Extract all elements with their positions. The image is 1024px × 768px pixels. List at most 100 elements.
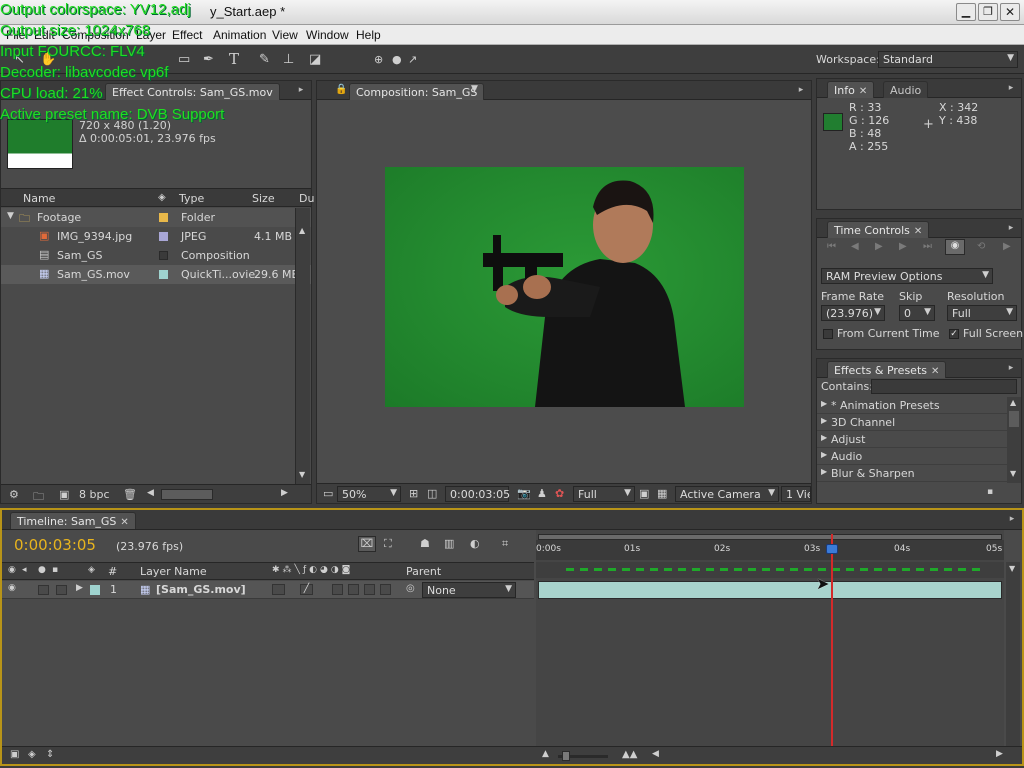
panel-menu-icon[interactable]: ▸ xyxy=(295,84,307,96)
3d-layer-switch[interactable] xyxy=(380,584,391,595)
column-name[interactable]: Name xyxy=(23,192,55,205)
color-depth-label[interactable]: 8 bpc xyxy=(79,488,110,501)
loop-icon[interactable]: ⟲ xyxy=(977,241,985,252)
project-row-footage[interactable]: ▼ 🗀 Footage Folder xyxy=(1,208,311,227)
motion-blur-switch[interactable] xyxy=(364,584,375,595)
time-ruler[interactable]: 0:00s 01s 02s 03s 04s 05s xyxy=(536,540,1004,560)
new-folder-icon[interactable]: 🗀 xyxy=(33,488,44,507)
new-composition-icon[interactable]: ▣ xyxy=(59,488,69,501)
axis-mode-world-icon[interactable]: ● xyxy=(392,53,402,66)
scroll-down-icon[interactable]: ▼ xyxy=(1010,469,1016,478)
effects-item[interactable]: ▶ Blur & Sharpen xyxy=(817,465,1007,482)
magnification-select[interactable]: 50% ▼ xyxy=(337,486,401,502)
chevron-down-icon[interactable]: ▼ xyxy=(471,84,478,94)
effects-item[interactable]: ▶ Adjust xyxy=(817,431,1007,448)
panel-menu-icon[interactable]: ▸ xyxy=(795,84,807,96)
layer-row[interactable]: ◉ ▶ 1 ▦ [Sam_GS.mov] ╱ ◎ None ▼ xyxy=(2,581,534,599)
snapshot-icon[interactable]: 📷 xyxy=(517,487,531,500)
time-graph[interactable]: 0:00s 01s 02s 03s 04s 05s xyxy=(536,530,1004,746)
playhead-handle[interactable] xyxy=(826,544,838,554)
project-scrollbar[interactable]: ▲ ▼ xyxy=(295,208,310,484)
expand-triangle-icon[interactable]: ▼ xyxy=(7,211,14,221)
tab-composition[interactable]: Composition: Sam_GS xyxy=(349,83,485,100)
live-update-icon[interactable]: ⌧ xyxy=(358,536,376,552)
menu-window[interactable]: Window xyxy=(306,28,349,42)
scroll-left-icon[interactable]: ◀ xyxy=(652,749,659,759)
close-window-button[interactable]: ✕ xyxy=(1000,3,1020,21)
timeline-navigator[interactable] xyxy=(536,562,1004,578)
pen-tool-icon[interactable]: ✒ xyxy=(203,52,214,67)
lock-toggle[interactable] xyxy=(56,585,67,595)
safe-margins-icon[interactable]: ⊞ xyxy=(409,487,418,500)
axis-mode-view-icon[interactable]: ↗ xyxy=(408,53,417,66)
frame-blend-switch[interactable] xyxy=(348,584,359,595)
scroll-right-icon[interactable]: ▶ xyxy=(996,749,1003,759)
audio-toggle[interactable] xyxy=(38,585,49,595)
project-row-img[interactable]: ▣ IMG_9394.jpg JPEG 4.1 MB xyxy=(1,227,311,246)
effects-item[interactable]: ▶ 3D Channel xyxy=(817,414,1007,431)
view-layout-select[interactable]: 1 View xyxy=(781,486,811,502)
close-icon[interactable]: ✕ xyxy=(914,226,922,237)
first-frame-icon[interactable]: ⏮ xyxy=(827,241,836,252)
tab-time-controls[interactable]: Time Controls ✕ xyxy=(827,221,930,238)
last-frame-icon[interactable]: ⏭ xyxy=(923,241,932,252)
interpret-footage-icon[interactable]: ⚙ xyxy=(9,488,19,501)
tab-timeline[interactable]: Timeline: Sam_GS ✕ xyxy=(10,512,136,529)
scroll-down-icon[interactable]: ▼ xyxy=(299,470,305,479)
zoom-in-icon[interactable]: ▲▲ xyxy=(622,749,637,760)
restore-button[interactable]: ❐ xyxy=(978,3,998,21)
close-icon[interactable]: ✕ xyxy=(859,86,867,97)
scroll-left-icon[interactable]: ◀ xyxy=(147,488,154,498)
parent-select[interactable]: None ▼ xyxy=(422,582,516,598)
scroll-thumb[interactable] xyxy=(1009,411,1019,427)
quality-switch[interactable]: ╱ xyxy=(300,584,313,595)
draft-3d-icon[interactable]: ⛶ xyxy=(384,537,392,551)
full-screen-checkbox[interactable]: ✓ xyxy=(949,329,959,339)
column-size[interactable]: Size xyxy=(252,192,275,205)
skip-select[interactable]: 0 ▼ xyxy=(899,305,935,321)
trash-icon[interactable]: 🗑 xyxy=(123,488,137,501)
current-time-field[interactable]: 0:00:03:05 xyxy=(445,486,510,502)
workspace-select[interactable]: Standard ▼ xyxy=(878,51,1018,68)
panel-menu-icon[interactable]: ▸ xyxy=(1005,82,1017,94)
pick-whip-icon[interactable]: ◎ xyxy=(406,583,415,594)
column-type[interactable]: Type xyxy=(179,192,204,205)
lock-icon[interactable]: 🔒 xyxy=(335,84,347,95)
expand-in-out-icon[interactable]: ⇕ xyxy=(46,749,54,760)
menu-view[interactable]: View xyxy=(272,28,298,42)
region-of-interest-icon[interactable]: ▣ xyxy=(639,487,649,500)
ram-preview-select[interactable]: RAM Preview Options ▼ xyxy=(821,268,993,284)
panel-menu-icon[interactable]: ▸ xyxy=(1005,362,1017,374)
layer-name[interactable]: [Sam_GS.mov] xyxy=(156,583,246,596)
motion-blur-icon[interactable]: ◐ xyxy=(470,537,480,550)
camera-select[interactable]: Active Camera ▼ xyxy=(675,486,779,502)
expand-transfer-controls-icon[interactable]: ◈ xyxy=(28,749,36,760)
scroll-down-icon[interactable]: ▼ xyxy=(1009,564,1015,573)
project-row-comp[interactable]: ▤ Sam_GS Composition xyxy=(1,246,311,265)
layer-label-swatch[interactable] xyxy=(90,585,100,595)
brush-tool-icon[interactable]: ✎ xyxy=(259,52,270,67)
from-current-time-checkbox[interactable] xyxy=(823,329,833,339)
mask-view-icon[interactable]: ◫ xyxy=(427,487,437,500)
channels-icon[interactable]: ✿ xyxy=(555,487,564,500)
scroll-up-icon[interactable]: ▲ xyxy=(299,226,305,235)
shy-switch[interactable] xyxy=(272,584,285,595)
axis-mode-local-icon[interactable]: ⊕ xyxy=(374,53,383,66)
composition-viewer[interactable] xyxy=(385,167,744,407)
horizontal-scroll-thumb[interactable] xyxy=(161,489,213,500)
graph-editor-icon[interactable]: ⌗ xyxy=(502,537,508,551)
zoom-out-icon[interactable]: ▲ xyxy=(542,749,549,759)
layer-duration-bar[interactable] xyxy=(538,581,1002,599)
frame-blending-icon[interactable]: ▥ xyxy=(444,537,454,550)
column-parent[interactable]: Parent xyxy=(406,565,441,578)
play-icon[interactable]: ▶ xyxy=(875,241,883,252)
menu-animation[interactable]: Animation xyxy=(213,28,266,42)
effects-item[interactable]: ▶ * Animation Presets xyxy=(817,397,1007,414)
zoom-slider-thumb[interactable] xyxy=(562,751,570,761)
panel-menu-icon[interactable]: ▸ xyxy=(1005,222,1017,234)
eraser-tool-icon[interactable]: ◪ xyxy=(309,52,321,67)
effects-item[interactable]: ▶ Audio xyxy=(817,448,1007,465)
tab-audio[interactable]: Audio xyxy=(883,81,929,98)
timeline-current-time[interactable]: 0:00:03:05 xyxy=(14,536,96,554)
scroll-up-icon[interactable]: ▲ xyxy=(1010,398,1016,407)
